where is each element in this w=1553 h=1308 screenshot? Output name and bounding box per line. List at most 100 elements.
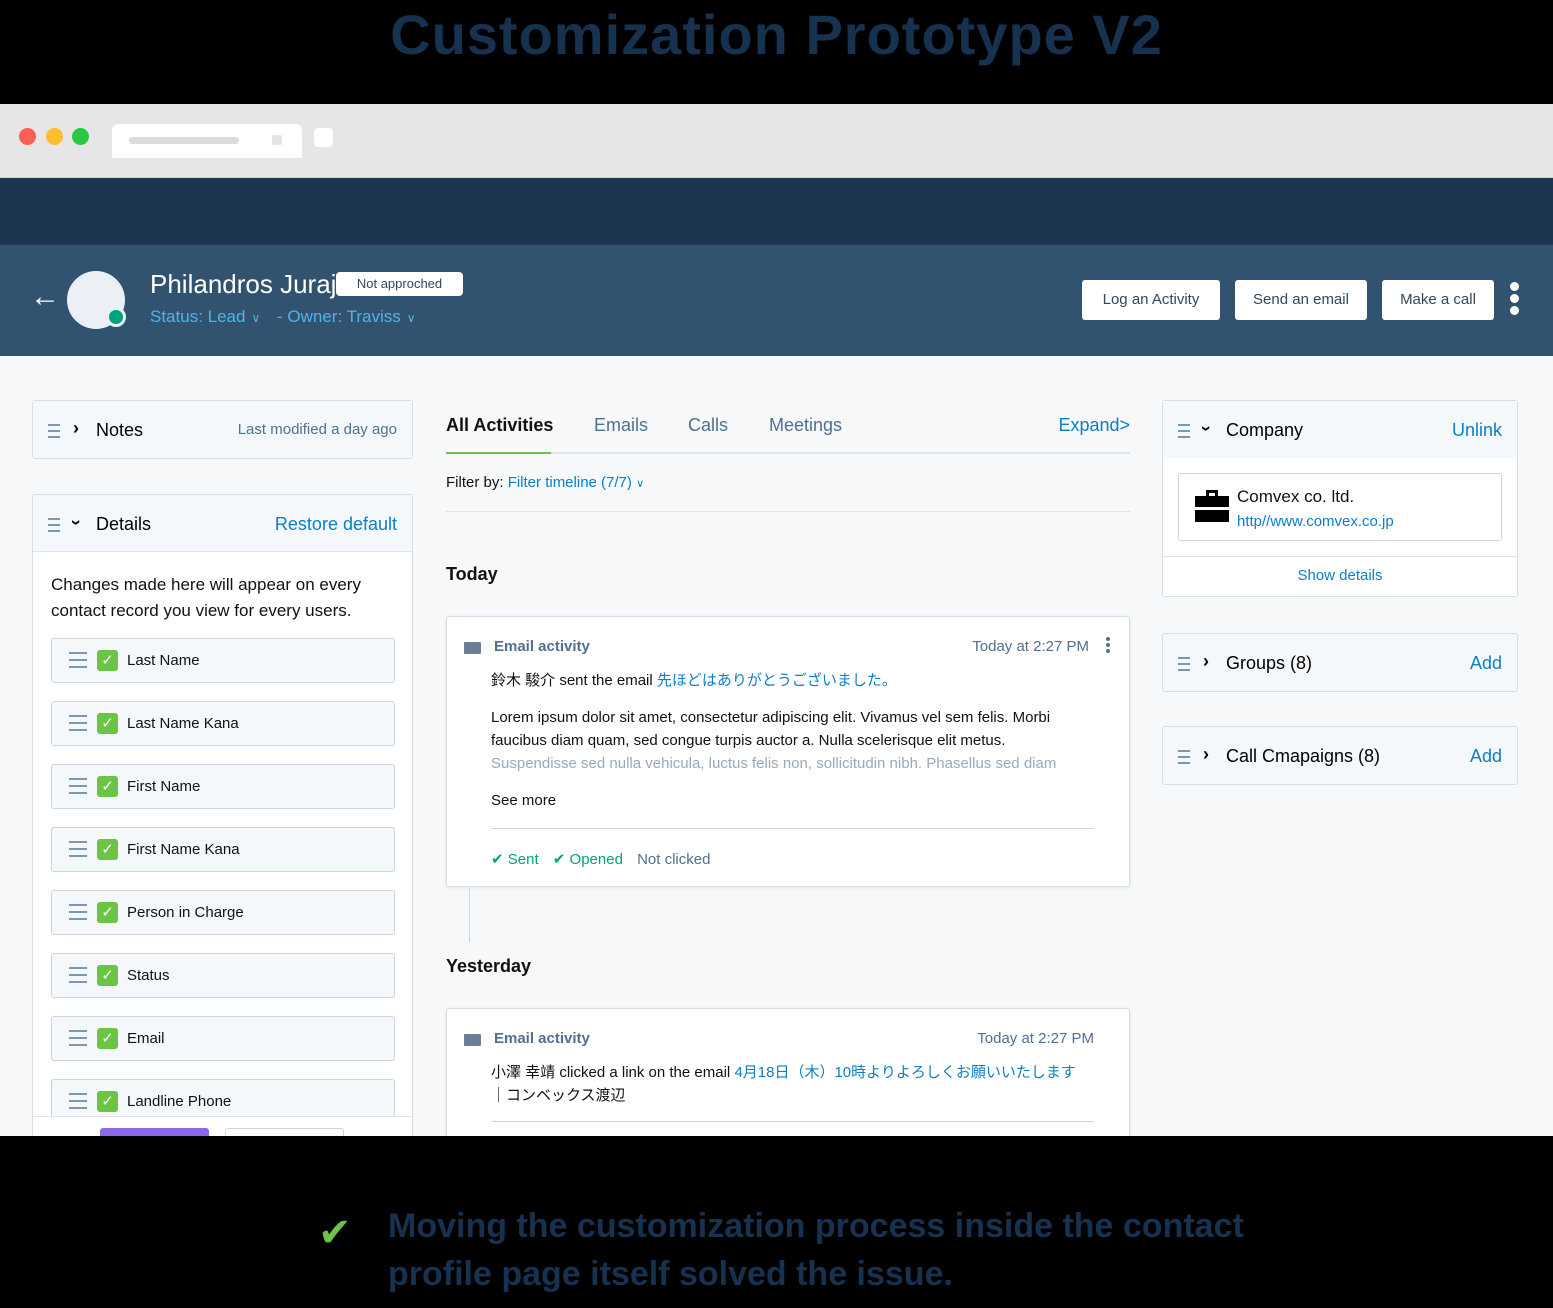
- chevron-down-icon[interactable]: ›: [1196, 426, 1217, 432]
- email-activity-card: Email activity Today at 2:27 PM 小澤 幸靖 cl…: [446, 1008, 1130, 1136]
- groups-card[interactable]: › Groups (8) Add: [1162, 633, 1518, 692]
- field-row-status[interactable]: ✓ Status: [51, 953, 395, 998]
- clicked-status: Not clicked: [637, 851, 711, 868]
- make-call-button[interactable]: Make a call: [1382, 280, 1494, 320]
- activity-title: Email activity: [494, 638, 590, 655]
- drag-handle-icon[interactable]: [48, 518, 60, 536]
- field-row-email[interactable]: ✓ Email: [51, 1016, 395, 1061]
- envelope-icon: [464, 1034, 481, 1046]
- drag-handle-icon[interactable]: [69, 967, 87, 988]
- company-card-header: › Company Unlink: [1163, 401, 1517, 458]
- activity-time: Today at 2:27 PM: [972, 638, 1089, 655]
- browser-chrome: [0, 104, 1553, 178]
- notes-card[interactable]: › Notes Last modified a day ago: [32, 400, 413, 459]
- drag-handle-icon[interactable]: [69, 715, 87, 736]
- field-label: Email: [127, 1030, 165, 1047]
- drag-handle-icon[interactable]: [69, 841, 87, 862]
- field-row-last-name[interactable]: ✓ Last Name: [51, 638, 395, 683]
- filter-value: Filter timeline (7/7): [507, 474, 632, 491]
- activity-sender: 小澤 幸靖 clicked a link on the email: [491, 1064, 731, 1081]
- checkbox-checked-icon[interactable]: ✓: [97, 839, 118, 860]
- notes-title: Notes: [96, 420, 144, 440]
- drag-handle-icon[interactable]: [1178, 657, 1190, 675]
- call-campaigns-card[interactable]: › Call Cmapaigns (8) Add: [1162, 726, 1518, 785]
- footer-note-text: Moving the customization process inside …: [388, 1207, 1244, 1293]
- tab-calls[interactable]: Calls: [688, 415, 728, 436]
- activity-more-icon[interactable]: [1106, 637, 1111, 653]
- checkbox-checked-icon[interactable]: ✓: [97, 1028, 118, 1049]
- online-status-icon: [106, 307, 126, 327]
- checkbox-checked-icon[interactable]: ✓: [97, 1091, 118, 1112]
- drag-handle-icon[interactable]: [69, 1093, 87, 1114]
- notes-card-header: › Notes Last modified a day ago: [33, 401, 412, 458]
- email-subject-link[interactable]: 先ほどはありがとうございました。: [657, 672, 897, 689]
- close-window-button[interactable]: [19, 128, 36, 145]
- save-button[interactable]: [100, 1128, 209, 1136]
- unlink-link[interactable]: Unlink: [1452, 420, 1502, 441]
- activity-tabs: All Activities Emails Calls Meetings Exp…: [446, 402, 1130, 454]
- today-label: Today: [446, 564, 498, 584]
- chevron-right-icon[interactable]: ›: [1203, 651, 1209, 672]
- field-row-first-name-kana[interactable]: ✓ First Name Kana: [51, 827, 395, 872]
- checkbox-checked-icon[interactable]: ✓: [97, 776, 118, 797]
- minimize-window-button[interactable]: [46, 128, 63, 145]
- status-badge: Not approched: [336, 272, 463, 296]
- field-label: Landline Phone: [127, 1093, 232, 1110]
- company-card: › Company Unlink Comvex co. ltd. http//w…: [1162, 400, 1518, 597]
- email-subject-link[interactable]: ｜コンベックス渡辺: [491, 1084, 626, 1105]
- tab-meetings[interactable]: Meetings: [769, 415, 842, 436]
- new-tab-button[interactable]: [314, 128, 333, 147]
- tab-close-icon[interactable]: [272, 135, 282, 145]
- drag-handle-icon[interactable]: [69, 652, 87, 673]
- browser-tab[interactable]: [112, 124, 302, 158]
- add-campaign-link[interactable]: Add: [1470, 746, 1502, 767]
- field-label: Person in Charge: [127, 904, 244, 921]
- filter-label: Filter by:: [446, 474, 504, 491]
- briefcase-icon: [1195, 490, 1229, 522]
- owner-dropdown[interactable]: - Owner: Traviss ∨: [277, 307, 422, 326]
- add-group-link[interactable]: Add: [1470, 653, 1502, 674]
- restore-default-link[interactable]: Restore default: [275, 514, 397, 535]
- field-row-last-name-kana[interactable]: ✓ Last Name Kana: [51, 701, 395, 746]
- filter-timeline-dropdown[interactable]: Filter timeline (7/7) ∨: [508, 474, 644, 491]
- tab-all-activities[interactable]: All Activities: [446, 415, 553, 436]
- chevron-down-icon[interactable]: ›: [66, 520, 87, 526]
- sent-label: Sent: [507, 851, 539, 868]
- drag-handle-icon[interactable]: [69, 778, 87, 799]
- show-details-link[interactable]: Show details: [1163, 567, 1517, 584]
- field-row-person-in-charge[interactable]: ✓ Person in Charge: [51, 890, 395, 935]
- chevron-right-icon[interactable]: ›: [73, 418, 79, 439]
- email-body-line: faucibus diam quam, sed congue turpis au…: [491, 732, 1006, 749]
- cancel-button[interactable]: [225, 1128, 344, 1136]
- chevron-down-icon: ∨: [636, 478, 645, 490]
- divider: [446, 511, 1130, 512]
- timeline-line: [469, 887, 470, 942]
- expand-link[interactable]: Expand>: [1058, 415, 1130, 436]
- company-url-link[interactable]: http//www.comvex.co.jp: [1237, 513, 1394, 530]
- drag-handle-icon[interactable]: [69, 904, 87, 925]
- maximize-window-button[interactable]: [72, 128, 89, 145]
- drag-handle-icon[interactable]: [1178, 750, 1190, 768]
- browser-window: ← Philandros Juraj Not approched Status:…: [0, 104, 1553, 1136]
- log-activity-button[interactable]: Log an Activity: [1082, 280, 1220, 320]
- checkbox-checked-icon[interactable]: ✓: [97, 650, 118, 671]
- see-more-link[interactable]: See more: [491, 792, 556, 809]
- checkbox-checked-icon[interactable]: ✓: [97, 965, 118, 986]
- checkbox-checked-icon[interactable]: ✓: [97, 902, 118, 923]
- status-dropdown[interactable]: Status: Lead ∨: [150, 307, 266, 326]
- yesterday-label: Yesterday: [446, 956, 532, 976]
- tab-emails[interactable]: Emails: [594, 415, 648, 436]
- email-body-line: Lorem ipsum dolor sit amet, consectetur …: [491, 709, 1051, 726]
- chevron-right-icon[interactable]: ›: [1203, 744, 1209, 765]
- drag-handle-icon[interactable]: [1178, 424, 1190, 442]
- drag-handle-icon[interactable]: [48, 424, 60, 442]
- company-item[interactable]: Comvex co. ltd. http//www.comvex.co.jp: [1178, 473, 1502, 541]
- back-arrow-icon[interactable]: ←: [30, 282, 60, 312]
- send-email-button[interactable]: Send an email: [1235, 280, 1367, 320]
- drag-handle-icon[interactable]: [69, 1030, 87, 1051]
- checkbox-checked-icon[interactable]: ✓: [97, 713, 118, 734]
- more-options-icon[interactable]: [1505, 282, 1523, 318]
- email-subject-link[interactable]: 4月18日（木）10時よりよろしくお願いいたします: [734, 1064, 1075, 1081]
- page-title: Customization Prototype V2: [390, 3, 1163, 66]
- field-row-first-name[interactable]: ✓ First Name: [51, 764, 395, 809]
